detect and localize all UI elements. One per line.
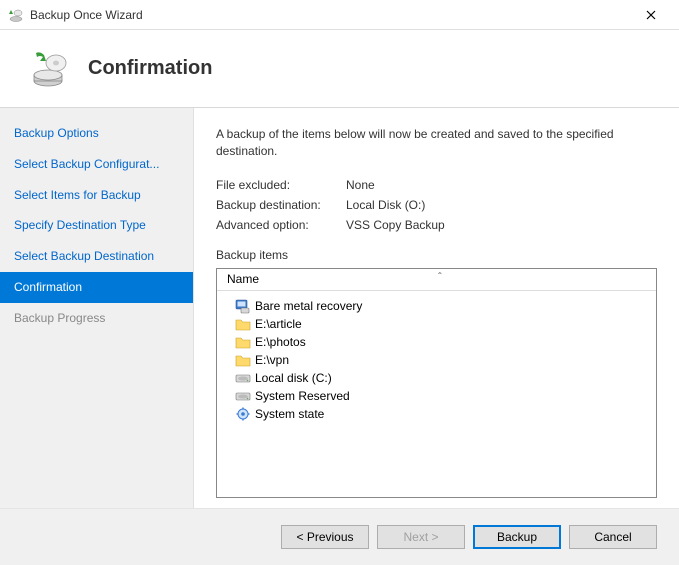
list-item-label: E:\photos	[255, 335, 306, 349]
sidebar-item-1[interactable]: Select Backup Configurat...	[0, 149, 193, 180]
list-item-label: System state	[255, 407, 324, 421]
info-row-1: Backup destination:Local Disk (O:)	[216, 198, 657, 212]
info-row-0: File excluded:None	[216, 178, 657, 192]
list-item-label: E:\article	[255, 317, 302, 331]
wizard-icon	[30, 49, 70, 89]
sidebar: Backup OptionsSelect Backup Configurat..…	[0, 108, 194, 508]
info-label: Backup destination:	[216, 198, 346, 212]
info-label: Advanced option:	[216, 218, 346, 232]
folder-icon	[235, 316, 251, 332]
list-item[interactable]: Local disk (C:)	[221, 369, 652, 387]
sidebar-item-5[interactable]: Confirmation	[0, 272, 193, 303]
list-item-label: Bare metal recovery	[255, 299, 362, 313]
wizard-body: Backup OptionsSelect Backup Configurat..…	[0, 108, 679, 509]
list-item[interactable]: Bare metal recovery	[221, 297, 652, 315]
wizard-footer: < Previous Next > Backup Cancel	[0, 509, 679, 565]
page-title: Confirmation	[88, 57, 212, 80]
list-item[interactable]: System Reserved	[221, 387, 652, 405]
folder-icon	[235, 352, 251, 368]
info-label: File excluded:	[216, 178, 346, 192]
system-icon	[235, 406, 251, 422]
description-text: A backup of the items below will now be …	[216, 126, 657, 160]
window-title: Backup Once Wizard	[30, 8, 631, 22]
info-value: VSS Copy Backup	[346, 218, 657, 232]
cancel-button[interactable]: Cancel	[569, 525, 657, 549]
disk-icon	[235, 370, 251, 386]
close-button[interactable]	[631, 1, 671, 29]
previous-button[interactable]: < Previous	[281, 525, 369, 549]
app-icon	[8, 7, 24, 23]
info-value: Local Disk (O:)	[346, 198, 657, 212]
backup-items-label: Backup items	[216, 248, 657, 262]
titlebar: Backup Once Wizard	[0, 0, 679, 30]
sort-indicator-icon: ⌃	[437, 271, 444, 280]
sidebar-item-3[interactable]: Specify Destination Type	[0, 210, 193, 241]
info-value: None	[346, 178, 657, 192]
backup-button[interactable]: Backup	[473, 525, 561, 549]
info-row-2: Advanced option:VSS Copy Backup	[216, 218, 657, 232]
sidebar-item-2[interactable]: Select Items for Backup	[0, 180, 193, 211]
sidebar-item-6: Backup Progress	[0, 303, 193, 334]
sidebar-item-0[interactable]: Backup Options	[0, 118, 193, 149]
list-item[interactable]: E:\article	[221, 315, 652, 333]
list-body: Bare metal recovery E:\article E:\photos E:…	[217, 291, 656, 497]
backup-items-list: Name ⌃ Bare metal recovery E:\article E:\p…	[216, 268, 657, 498]
list-item[interactable]: System state	[221, 405, 652, 423]
sidebar-item-4[interactable]: Select Backup Destination	[0, 241, 193, 272]
list-item[interactable]: E:\vpn	[221, 351, 652, 369]
folder-icon	[235, 334, 251, 350]
list-item-label: System Reserved	[255, 389, 350, 403]
list-item[interactable]: E:\photos	[221, 333, 652, 351]
list-header[interactable]: Name ⌃	[217, 269, 656, 291]
next-button: Next >	[377, 525, 465, 549]
bmr-icon	[235, 298, 251, 314]
disk-icon	[235, 388, 251, 404]
list-item-label: Local disk (C:)	[255, 371, 332, 385]
content-pane: A backup of the items below will now be …	[194, 108, 679, 508]
wizard-header: Confirmation	[0, 30, 679, 108]
list-item-label: E:\vpn	[255, 353, 289, 367]
